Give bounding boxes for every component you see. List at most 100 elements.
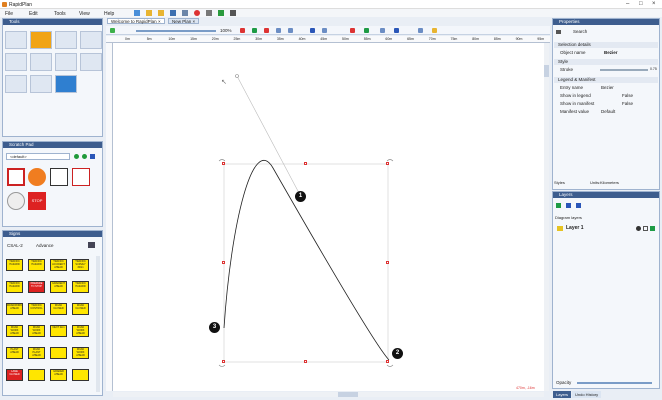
shape-tool-icon[interactable]: [264, 28, 269, 33]
resize-handle[interactable]: [386, 261, 389, 264]
tool-tile-9[interactable]: [5, 75, 27, 93]
opacity-slider[interactable]: [577, 382, 652, 384]
diamond-icon[interactable]: [90, 154, 95, 159]
print-layer-icon[interactable]: [650, 226, 655, 231]
resize-handle[interactable]: [304, 162, 307, 165]
sign-tile[interactable]: ROAD PLANT AHEAD: [28, 347, 45, 359]
horizontal-scroll-thumb[interactable]: [338, 392, 358, 397]
tab-new-plan[interactable]: New Plan ×: [168, 18, 200, 24]
sign-category-icon[interactable]: [88, 242, 95, 248]
sign-tile[interactable]: [28, 369, 45, 381]
folder-icon[interactable]: [158, 10, 164, 16]
forward-icon[interactable]: [82, 154, 87, 159]
units-value[interactable]: Kilometers: [600, 180, 619, 185]
section-legend[interactable]: Legend & Manifest: [554, 77, 658, 83]
sign-tile[interactable]: ROAD WORK AHEAD: [72, 347, 89, 359]
sign-tile[interactable]: TRAFFIC CONTROL: [28, 303, 45, 315]
minimize-icon[interactable]: –: [626, 1, 629, 7]
sign-tile[interactable]: NEXT 2km: [50, 325, 67, 337]
tool-icon-i[interactable]: [418, 28, 423, 33]
corner-handle-tr[interactable]: [386, 159, 394, 162]
sign-tile[interactable]: ROAD WORK AHEAD: [6, 325, 23, 337]
signs-scrollbar[interactable]: [96, 256, 100, 392]
tool-icon-a[interactable]: [252, 28, 257, 33]
visibility-eye-icon[interactable]: [636, 226, 641, 231]
tool-icon-c[interactable]: [288, 28, 293, 33]
sign-tile[interactable]: TRAFFIC HAZARD: [6, 259, 23, 271]
stroke-slider[interactable]: [600, 69, 648, 71]
tool-tile-2[interactable]: [30, 31, 52, 49]
tool-tile-3[interactable]: [55, 31, 77, 49]
prop-object-name-value[interactable]: Bezier: [604, 49, 618, 56]
settings-icon[interactable]: [206, 10, 212, 16]
delete-tool-icon[interactable]: [350, 28, 355, 33]
tool-icon-d[interactable]: [310, 28, 315, 33]
section-selection[interactable]: Selection details: [554, 42, 658, 48]
tab-layers[interactable]: Layers: [553, 391, 572, 398]
tool-tile-7[interactable]: [55, 53, 77, 71]
print-icon[interactable]: [182, 10, 188, 16]
save-icon[interactable]: [170, 10, 176, 16]
signs-filter-a[interactable]: CSAL-2: [7, 243, 23, 248]
scratch-dropdown[interactable]: <default>: [6, 153, 70, 160]
prop-stroke-value[interactable]: 0.75: [650, 66, 657, 73]
stop-sign-icon[interactable]: STOP: [28, 192, 46, 210]
open-icon[interactable]: [146, 10, 152, 16]
prop-show-manifest-value[interactable]: False: [622, 100, 633, 107]
section-style[interactable]: Style: [554, 59, 658, 65]
new-icon[interactable]: [134, 10, 140, 16]
learner-sign-icon[interactable]: [50, 168, 68, 186]
control-point[interactable]: [235, 74, 239, 78]
signs-filter-b[interactable]: Advance: [36, 243, 54, 248]
add-point-icon[interactable]: [240, 28, 245, 33]
sign-tile[interactable]: LANE CLOSED: [6, 369, 23, 381]
menu-help[interactable]: Help: [104, 11, 114, 17]
menu-edit[interactable]: Edit: [29, 11, 38, 17]
bezier-curve[interactable]: [223, 160, 390, 361]
menu-file[interactable]: File: [5, 11, 13, 17]
tool-tile-4[interactable]: [80, 31, 102, 49]
sign-tile[interactable]: ROAD CLOSED: [50, 303, 67, 315]
sign-tile[interactable]: TRAFFIC HAZARD: [72, 281, 89, 293]
delete-icon[interactable]: [194, 10, 200, 16]
tool-tile-10[interactable]: [30, 75, 52, 93]
tab-welcome[interactable]: Welcome to RapidPlan ×: [107, 18, 165, 24]
export-icon[interactable]: [218, 10, 224, 16]
corner-handle-br[interactable]: [386, 364, 394, 367]
tool-tile-1[interactable]: [5, 31, 27, 49]
circle-sign-icon[interactable]: [7, 192, 25, 210]
tool-icon-e[interactable]: [322, 28, 327, 33]
prop-entry-name-value[interactable]: Bezier: [601, 84, 614, 91]
select-tool-icon[interactable]: [110, 28, 115, 33]
l-plate-icon[interactable]: [72, 168, 90, 186]
zoom-slider[interactable]: [136, 30, 216, 32]
tool-tile-6[interactable]: [30, 53, 52, 71]
horizontal-scrollbar[interactable]: [113, 392, 544, 397]
sign-tile[interactable]: ROAD WORK AHEAD: [72, 325, 89, 337]
sign-tile[interactable]: TRAFFIC SURVEY 300m: [72, 259, 89, 271]
layer-down-icon[interactable]: [576, 203, 581, 208]
sign-tile[interactable]: GRADER AHEAD: [50, 369, 67, 381]
tool-icon-j[interactable]: [432, 28, 437, 33]
tool-tile-8[interactable]: [80, 53, 102, 71]
resize-handle[interactable]: [386, 162, 389, 165]
e-sign-icon[interactable]: [28, 168, 46, 186]
resize-handle[interactable]: [386, 360, 389, 363]
sign-tile[interactable]: [72, 369, 89, 381]
layer-up-icon[interactable]: [566, 203, 571, 208]
sign-tile[interactable]: ROADWORK AHEAD: [6, 303, 23, 315]
tool-icon-h[interactable]: [394, 28, 399, 33]
sign-tile[interactable]: GRADIENT AHEAD: [50, 281, 67, 293]
resize-handle[interactable]: [222, 261, 225, 264]
tool-icon-f[interactable]: [364, 28, 369, 33]
resize-handle[interactable]: [304, 360, 307, 363]
tool-icon-b[interactable]: [276, 28, 281, 33]
info-icon[interactable]: [230, 10, 236, 16]
corner-handle-tl[interactable]: [218, 159, 226, 162]
sign-tile[interactable]: PLANT AHEAD: [6, 347, 23, 359]
sign-tile[interactable]: TRAFFIC HAZARD: [28, 259, 45, 271]
back-icon[interactable]: [74, 154, 79, 159]
prop-show-legend-value[interactable]: False: [622, 92, 633, 99]
resize-handle[interactable]: [222, 162, 225, 165]
lock-icon[interactable]: [643, 226, 648, 231]
